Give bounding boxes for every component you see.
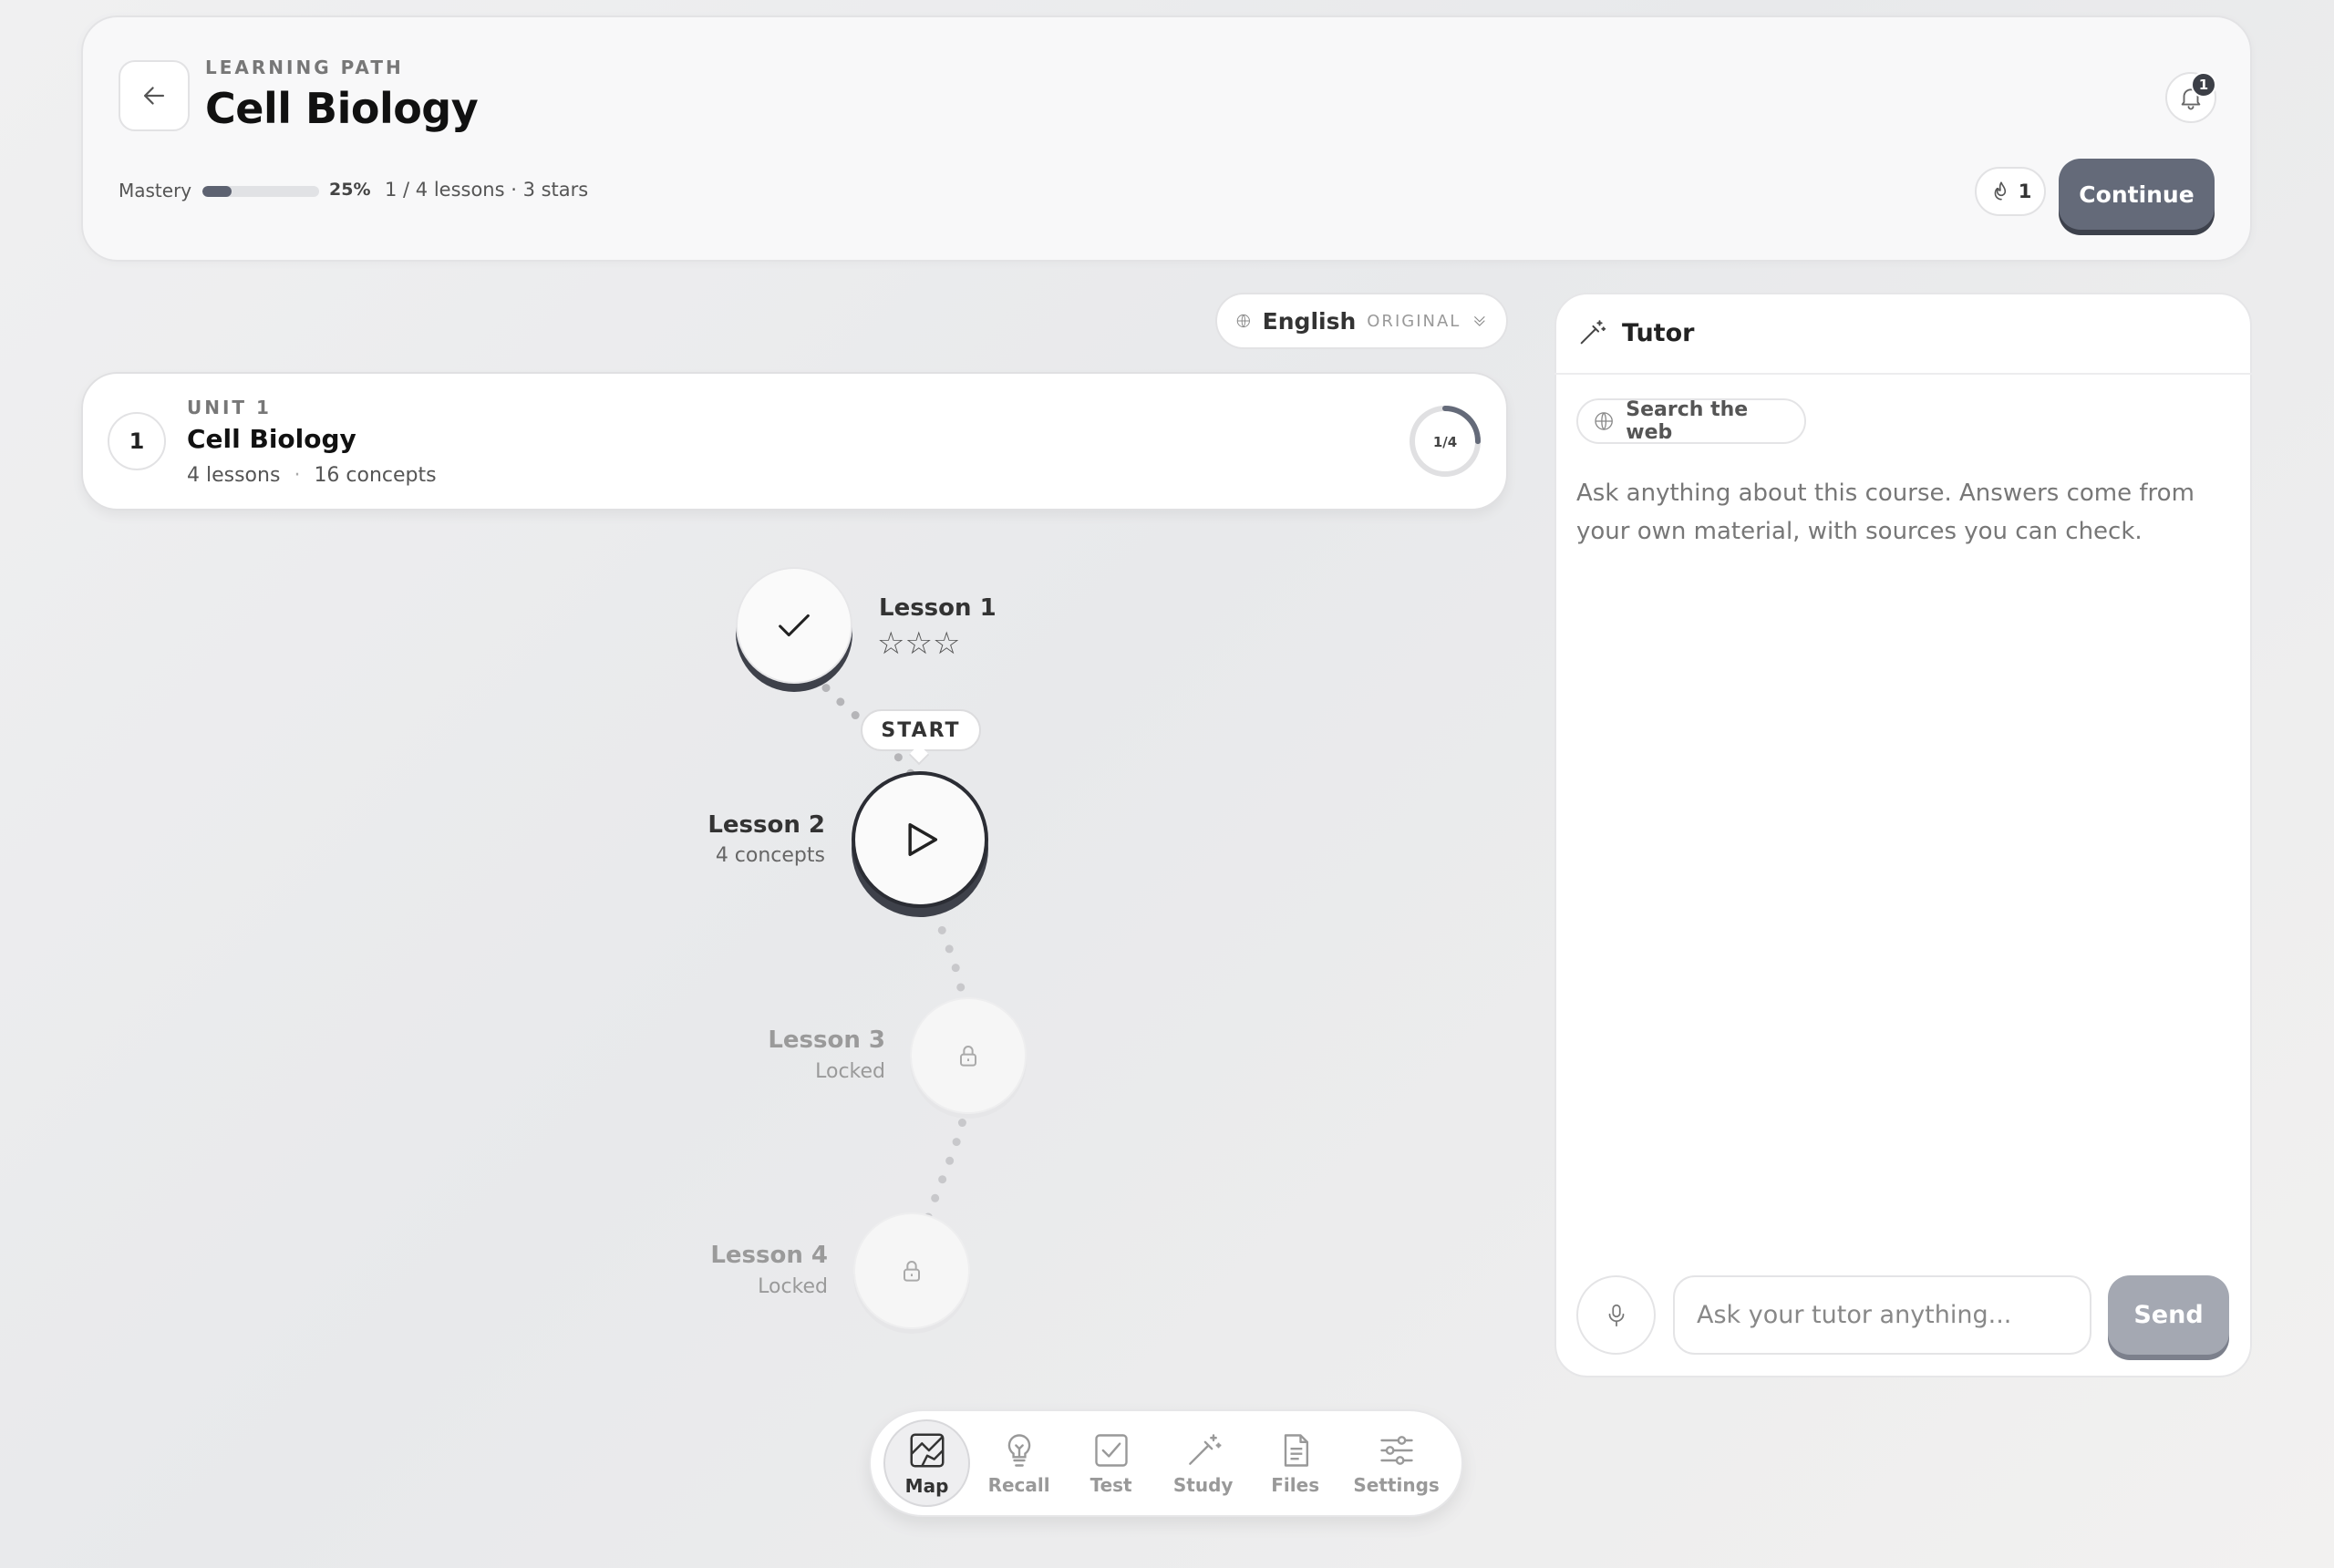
nav-item-test[interactable]: Test <box>1068 1419 1154 1507</box>
nav-item-recall[interactable]: Recall <box>976 1419 1062 1507</box>
nav-label: Map <box>904 1475 949 1497</box>
nav-label: Files <box>1271 1474 1320 1496</box>
nav-label: Study <box>1172 1474 1234 1496</box>
lesson-title: Lesson 2 <box>707 811 825 839</box>
search-web-toggle[interactable]: Search the web <box>1576 398 1806 444</box>
microphone-icon <box>1608 1304 1624 1326</box>
tutor-header: Tutor <box>1554 293 2252 375</box>
nav-item-settings[interactable]: Settings <box>1344 1419 1449 1507</box>
send-button[interactable]: Send <box>2108 1275 2229 1355</box>
lightbulb-icon <box>1007 1434 1030 1467</box>
lesson-title: Lesson 1 <box>879 594 997 622</box>
lock-icon <box>960 1046 976 1067</box>
nav-label: Test <box>1090 1474 1132 1496</box>
lesson-title: Lesson 4 <box>710 1242 828 1269</box>
nav-item-study[interactable]: Study <box>1160 1419 1246 1507</box>
checkmark-icon <box>779 614 810 637</box>
lesson-stars: ☆☆☆ <box>877 625 961 662</box>
nav-label: Recall <box>987 1474 1050 1496</box>
lesson-title: Lesson 3 <box>768 1026 885 1054</box>
lesson-node-2[interactable] <box>852 771 988 908</box>
microphone-button[interactable] <box>1576 1275 1656 1355</box>
sliders-icon <box>1379 1436 1413 1465</box>
bottom-nav: Map Recall Test Study Files Settings <box>869 1409 1463 1517</box>
file-icon <box>1284 1434 1308 1467</box>
lesson-subtitle: 4 concepts <box>715 844 825 867</box>
magic-wand-icon <box>1580 320 1606 345</box>
lesson-node-1[interactable] <box>736 567 852 684</box>
lesson-node-4[interactable] <box>853 1212 970 1329</box>
search-web-label: Search the web <box>1626 398 1749 444</box>
checkbox-icon <box>1094 1434 1128 1467</box>
globe-icon <box>1595 412 1613 430</box>
lesson-subtitle: Locked <box>758 1275 828 1298</box>
map-icon <box>910 1433 945 1468</box>
magic-wand-icon <box>1188 1434 1222 1465</box>
nav-label: Settings <box>1353 1474 1440 1496</box>
nav-item-map[interactable]: Map <box>883 1419 971 1507</box>
tutor-question-input[interactable] <box>1673 1275 2091 1355</box>
lesson-subtitle: Locked <box>815 1060 885 1083</box>
start-bubble[interactable]: START <box>861 709 981 751</box>
tutor-intro-text: Ask anything about this course. Answers … <box>1576 480 2195 545</box>
tutor-title: Tutor <box>1622 318 1695 347</box>
nav-item-files[interactable]: Files <box>1252 1419 1338 1507</box>
tutor-panel <box>1554 293 2252 1377</box>
lock-icon <box>904 1261 920 1282</box>
lesson-node-3[interactable] <box>910 997 1027 1114</box>
play-icon <box>908 823 938 856</box>
